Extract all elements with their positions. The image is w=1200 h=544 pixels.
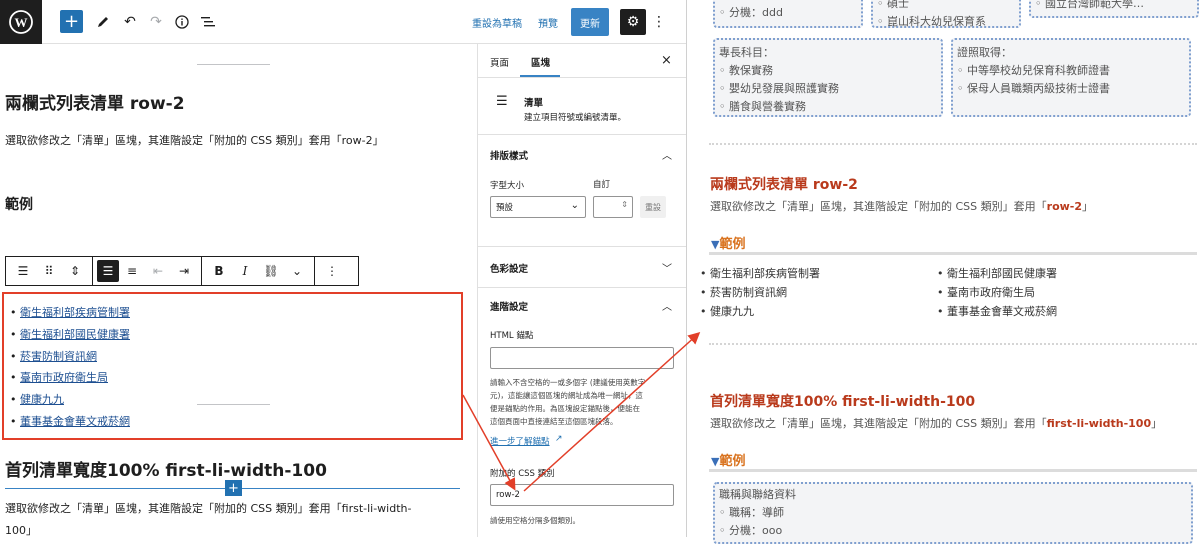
arrow-to-css-field <box>462 394 516 491</box>
arrow-to-preview <box>523 331 701 492</box>
annotation-arrows <box>462 331 701 492</box>
